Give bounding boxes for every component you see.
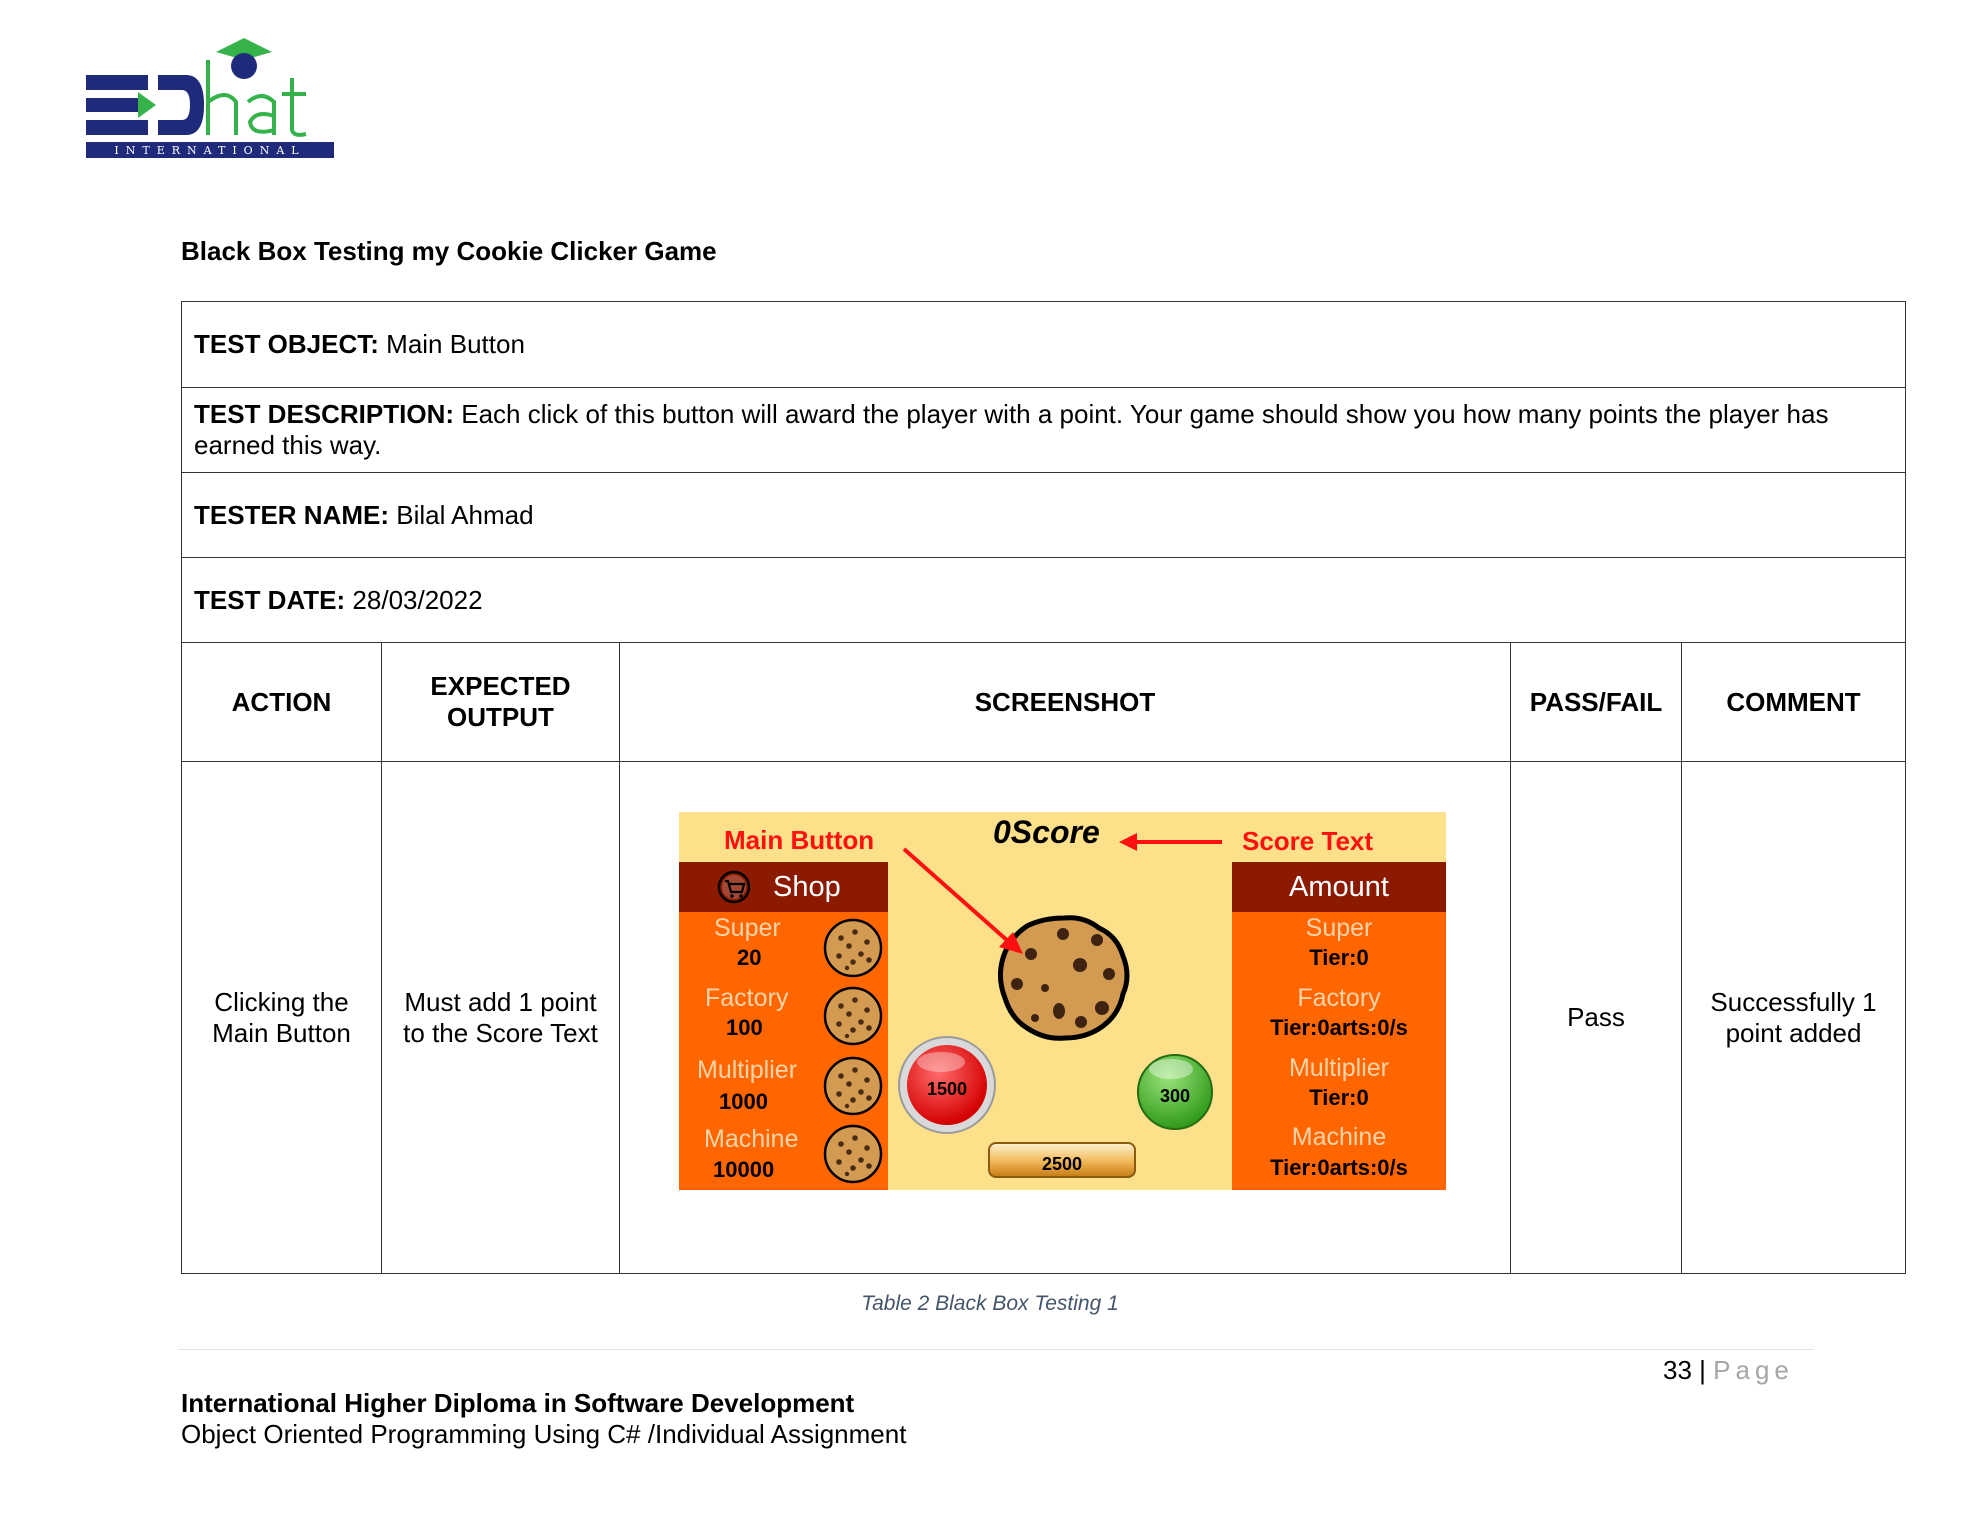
page-number-value: 33 [1663, 1355, 1692, 1385]
action-line1: Clicking the [214, 986, 349, 1017]
footer-module-title: Object Oriented Programming Using C# /In… [181, 1419, 907, 1449]
page-separator: | [1699, 1355, 1706, 1385]
expected-line2: to the Score Text [403, 1017, 598, 1048]
header-expected-line2: OUTPUT [447, 702, 554, 732]
comment-cell: Successfully 1 point added [1680, 761, 1907, 1274]
score-text-arrow [1119, 833, 1222, 851]
multiplier-cookie-icon[interactable] [823, 1056, 883, 1116]
main-cookie-button[interactable] [997, 915, 1130, 1041]
tester-name-row: TESTER NAME: Bilal Ahmad [180, 472, 1907, 558]
svg-text:INTERNATIONAL: INTERNATIONAL [114, 144, 305, 157]
action-cell: Clicking the Main Button [181, 761, 382, 1274]
tester-name-label: TESTER NAME: [194, 499, 389, 530]
annotation-main-button: Main Button [724, 825, 875, 855]
red-button-label: 1500 [926, 1079, 968, 1099]
footer-course-title: International Higher Diploma in Software… [181, 1388, 855, 1418]
header-expected-line1: EXPECTED [430, 671, 571, 701]
header-action: ACTION [181, 642, 382, 762]
action-line2: Main Button [212, 1017, 351, 1048]
machine-cookie-icon[interactable] [823, 1124, 883, 1184]
game-graphics [823, 833, 1222, 1184]
score-text: 0Score [993, 814, 1100, 850]
test-object-row: TEST OBJECT: Main Button [180, 301, 1907, 388]
test-object-label: TEST OBJECT: [194, 329, 379, 359]
green-button-label: 300 [1159, 1086, 1191, 1106]
game-screenshot: Shop Super 20 Factory 100 Multiplier 100… [679, 812, 1446, 1190]
edhat-logo: INTERNATIONAL [86, 30, 346, 180]
expected-output-cell: Must add 1 point to the Score Text [381, 761, 620, 1274]
test-object-value: Main Button [386, 329, 525, 359]
test-date-value: 28/03/2022 [352, 584, 483, 615]
test-date-label: TEST DATE: [194, 584, 346, 615]
test-table: TEST OBJECT: Main Button TEST DESCRIPTIO… [180, 301, 1907, 1274]
document-title: Black Box Testing my Cookie Clicker Game [181, 236, 717, 266]
page-word: Page [1713, 1355, 1794, 1385]
tester-name-value: Bilal Ahmad [396, 499, 534, 530]
page-number: 33 | Page [1663, 1355, 1794, 1386]
comment-line1: Successfully 1 [1710, 986, 1877, 1017]
header-pass-fail: PASS/FAIL [1510, 642, 1682, 762]
bar-button-label: 2500 [1041, 1154, 1083, 1174]
footer-divider [178, 1349, 1814, 1350]
test-description-label: TEST DESCRIPTION: [194, 399, 455, 429]
main-button-arrow [902, 847, 1023, 954]
table-caption: Table 2 Black Box Testing 1 [861, 1292, 1119, 1315]
test-description-row: TEST DESCRIPTION: Each click of this but… [180, 387, 1907, 473]
comment-line2: point added [1725, 1017, 1862, 1048]
screenshot-cell: Shop Super 20 Factory 100 Multiplier 100… [619, 761, 1511, 1274]
annotation-score-text: Score Text [1242, 826, 1374, 856]
super-cookie-icon[interactable] [823, 918, 883, 978]
header-comment: COMMENT [1680, 642, 1907, 762]
pass-fail-cell: Pass [1510, 761, 1682, 1274]
test-date-row: TEST DATE: 28/03/2022 [180, 557, 1907, 643]
expected-line1: Must add 1 point [404, 986, 597, 1017]
header-expected-output: EXPECTED OUTPUT [381, 642, 620, 762]
factory-cookie-icon[interactable] [823, 986, 883, 1046]
header-screenshot: SCREENSHOT [619, 642, 1511, 762]
